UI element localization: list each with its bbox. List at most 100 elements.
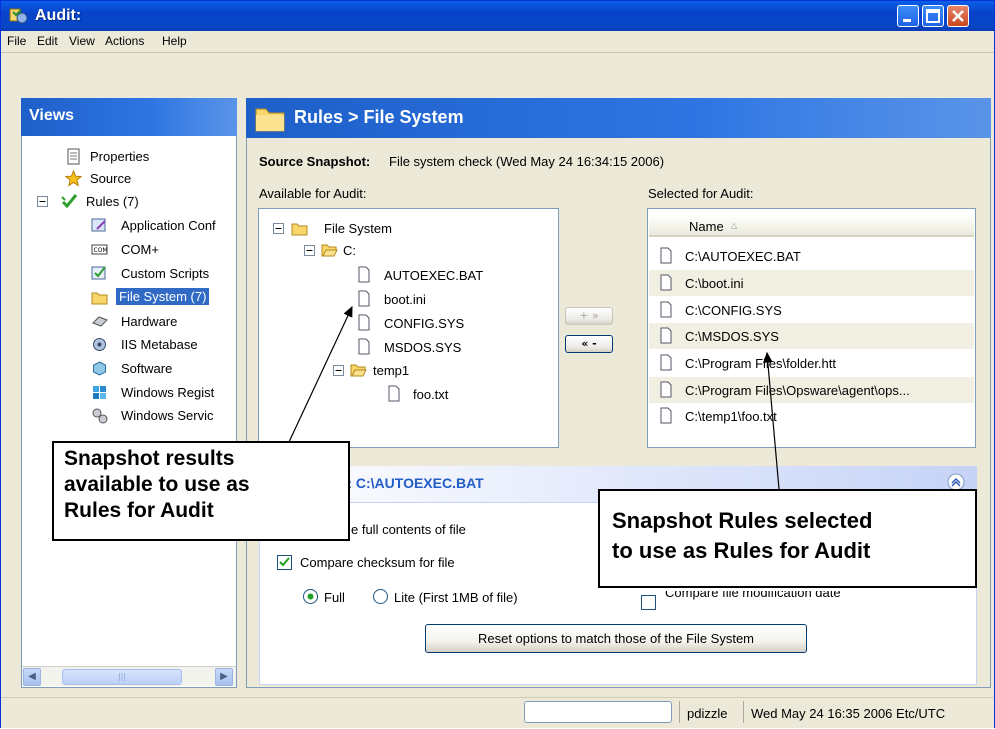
callout-left-line: Snapshot results xyxy=(64,447,235,470)
title-bar[interactable]: Audit: xyxy=(1,1,994,31)
tree-label-source: Source xyxy=(90,171,132,186)
selected-label: Selected for Audit: xyxy=(648,186,754,201)
file-icon xyxy=(358,266,370,283)
row-path: C:\MSDOS.SYS xyxy=(685,329,779,344)
collapse-icon[interactable] xyxy=(333,365,344,376)
file-icon xyxy=(660,381,672,398)
callout-snapshot-rules-selected: Snapshot Rules selected to use as Rules … xyxy=(598,489,977,588)
service-icon xyxy=(92,408,108,424)
radio-full-label: Full xyxy=(324,590,345,605)
rules-check-icon xyxy=(61,194,78,209)
file-icon xyxy=(660,407,672,424)
table-row[interactable]: C:\CONFIG.SYS xyxy=(649,297,974,323)
checkmark-icon xyxy=(279,557,290,567)
file-icon xyxy=(358,314,370,331)
tree-label-file-system: File System (7) xyxy=(116,288,210,305)
source-snapshot-value: File system check (Wed May 24 16:34:15 2… xyxy=(389,154,665,169)
file-icon xyxy=(358,338,370,355)
compare-mod-date-checkbox[interactable] xyxy=(641,595,656,610)
radio-lite[interactable] xyxy=(373,589,388,604)
scroll-right-button[interactable]: ▶ xyxy=(215,668,233,686)
full-contents-option-label: e full contents of file xyxy=(351,522,466,537)
menu-view[interactable]: View xyxy=(69,34,95,48)
tree-label-windows-services: Windows Servic xyxy=(121,408,214,423)
tree-file-msdos-sys[interactable]: MSDOS.SYS xyxy=(384,340,461,355)
remove-from-selected-button[interactable]: « - xyxy=(565,335,613,353)
callout-left-line: Rules for Audit xyxy=(64,499,214,522)
tree-file-foo-txt[interactable]: foo.txt xyxy=(413,387,448,402)
table-row[interactable]: C:\AUTOEXEC.BAT xyxy=(649,243,974,269)
collapse-icon[interactable] xyxy=(37,196,48,207)
table-row[interactable]: C:\MSDOS.SYS xyxy=(649,323,974,349)
menu-bar: File Edit View Actions Help xyxy=(1,31,994,53)
tree-label-custom-scripts: Custom Scripts xyxy=(121,266,210,281)
tree-label-com: COM+ xyxy=(121,242,159,257)
maximize-button[interactable] xyxy=(922,5,944,27)
tree-drive-c[interactable]: C: xyxy=(343,243,356,258)
star-icon xyxy=(65,170,82,187)
callout-left-line: available to use as xyxy=(64,473,250,496)
application-config-icon xyxy=(91,218,106,232)
compare-checksum-checkbox[interactable] xyxy=(277,555,292,570)
status-separator xyxy=(743,701,744,723)
main-title: Rules > File System xyxy=(294,107,464,127)
callout-right-line: Snapshot Rules selected xyxy=(612,508,873,533)
file-icon xyxy=(660,301,672,318)
close-button[interactable] xyxy=(947,5,969,27)
name-column-header[interactable]: Name △ xyxy=(649,215,974,237)
tree-file-boot-ini[interactable]: boot.ini xyxy=(384,292,426,307)
tree-file-autoexec[interactable]: AUTOEXEC.BAT xyxy=(384,268,483,283)
table-row[interactable]: C:\Program Files\Opsware\agent\ops... xyxy=(649,377,974,403)
tree-folder-temp1[interactable]: temp1 xyxy=(373,363,409,378)
views-horizontal-scrollbar[interactable]: ◀ ||| ▶ xyxy=(22,666,236,686)
table-row[interactable]: C:\temp1\foo.txt xyxy=(649,403,974,429)
menu-edit[interactable]: Edit xyxy=(37,34,58,48)
menu-file[interactable]: File xyxy=(7,34,26,48)
radio-dot-icon xyxy=(307,593,314,600)
file-icon xyxy=(660,247,672,264)
tree-label-properties: Properties xyxy=(90,149,150,164)
folder-icon xyxy=(291,223,308,236)
file-icon xyxy=(660,354,672,371)
main-header: Rules > File System xyxy=(246,98,991,138)
row-path: C:\Program Files\folder.htt xyxy=(685,356,836,371)
scroll-left-button[interactable]: ◀ xyxy=(23,668,41,686)
scroll-thumb[interactable]: ||| xyxy=(62,669,182,685)
tree-file-config-sys[interactable]: CONFIG.SYS xyxy=(384,316,464,331)
tree-label-hardware: Hardware xyxy=(121,314,178,329)
radio-lite-label: Lite (First 1MB of file) xyxy=(394,590,518,605)
name-column-label: Name xyxy=(689,219,724,234)
add-to-selected-button[interactable]: + » xyxy=(565,307,613,325)
minimize-icon xyxy=(903,19,911,22)
row-path: C:\AUTOEXEC.BAT xyxy=(685,249,801,264)
svg-text:COM: COM xyxy=(94,247,108,254)
table-row[interactable]: C:\boot.ini xyxy=(649,270,974,296)
collapse-icon[interactable] xyxy=(273,223,284,234)
software-icon xyxy=(93,361,106,376)
minimize-button[interactable] xyxy=(897,5,919,27)
tree-label-software: Software xyxy=(121,361,173,376)
menu-actions[interactable]: Actions xyxy=(105,34,144,48)
reset-options-button[interactable]: Reset options to match those of the File… xyxy=(425,624,807,653)
file-icon xyxy=(358,290,370,307)
menu-help[interactable]: Help xyxy=(162,34,187,48)
file-icon xyxy=(660,274,672,291)
document-icon xyxy=(67,148,80,165)
open-folder-icon xyxy=(350,364,367,377)
collapse-icon[interactable] xyxy=(304,245,315,256)
audit-app-icon xyxy=(9,8,28,24)
com-icon: COM xyxy=(91,244,108,255)
folder-icon xyxy=(255,108,285,132)
source-snapshot-label: Source Snapshot: xyxy=(259,154,371,169)
tree-root-file-system[interactable]: File System xyxy=(324,221,392,236)
folder-icon xyxy=(91,292,108,305)
options-title: ns: C:\AUTOEXEC.BAT xyxy=(331,475,484,491)
compare-checksum-label: Compare checksum for file xyxy=(300,555,455,570)
iis-icon xyxy=(93,338,106,351)
row-path: C:\CONFIG.SYS xyxy=(685,303,782,318)
radio-full[interactable] xyxy=(303,589,318,604)
available-label: Available for Audit: xyxy=(259,186,367,201)
audit-window: Audit: File Edit View Actions Help Views… xyxy=(0,0,995,728)
table-row[interactable]: C:\Program Files\folder.htt xyxy=(649,350,974,376)
compare-mod-date-label: Compare file modification date xyxy=(665,591,841,600)
